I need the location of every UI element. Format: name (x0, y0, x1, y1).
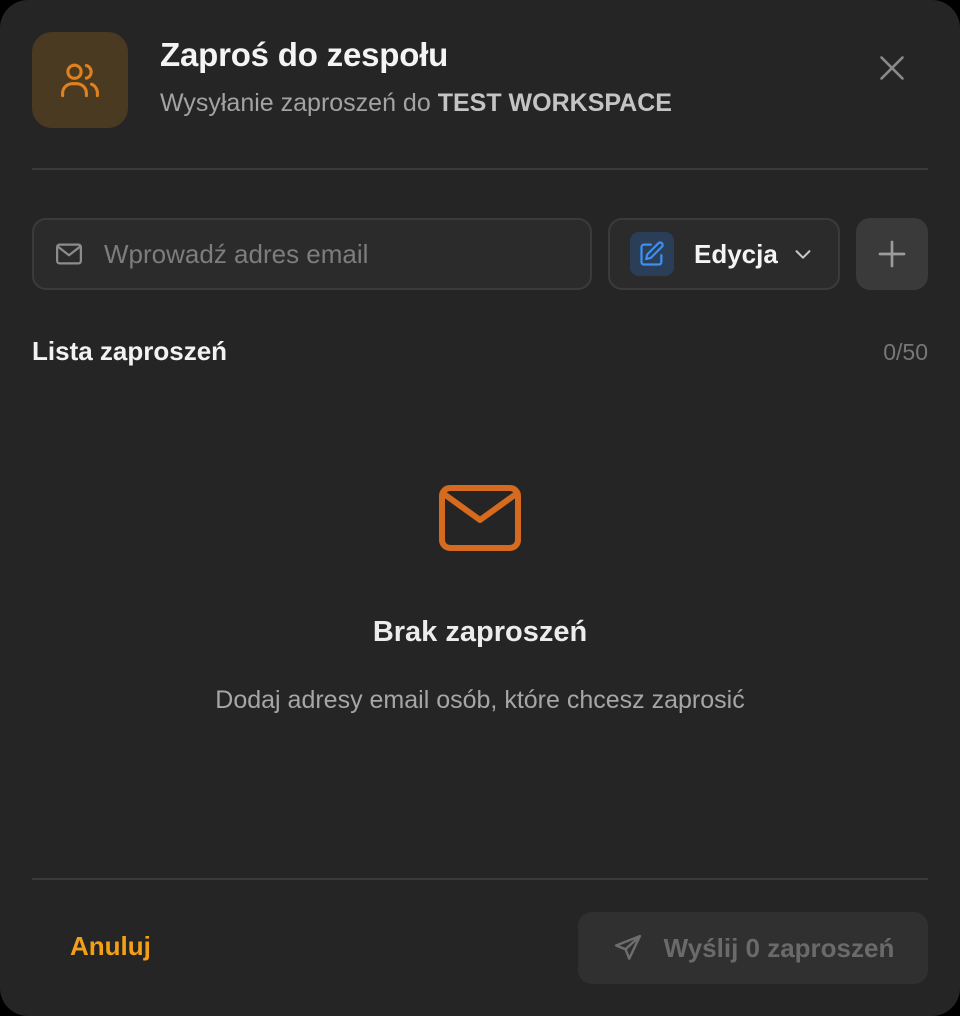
invite-count: 0/50 (883, 339, 928, 365)
email-field[interactable] (32, 218, 592, 290)
role-selected-label: Edycja (694, 238, 778, 269)
header-icon-box (32, 32, 128, 128)
add-email-button[interactable] (856, 218, 928, 290)
header-divider (32, 168, 928, 170)
footer-divider (32, 878, 928, 880)
close-button[interactable] (872, 48, 912, 88)
invite-list-title: Lista zaproszeń (32, 336, 228, 366)
empty-state-description: Dodaj adresy email osób, które chcesz za… (215, 686, 745, 714)
edit-icon (630, 232, 674, 276)
plus-icon (878, 240, 906, 268)
send-invites-button[interactable]: Wyślij 0 zaproszeń (578, 912, 928, 984)
workspace-name: TEST WORKSPACE (437, 89, 672, 117)
modal-subtitle: Wysyłanie zaproszeń do TEST WORKSPACE (160, 89, 672, 118)
role-select[interactable]: Edycja (608, 218, 840, 290)
send-icon (612, 932, 644, 964)
empty-state-title: Brak zaproszeń (372, 616, 588, 648)
close-icon (880, 56, 904, 80)
send-invites-label: Wyślij 0 zaproszeń (663, 932, 895, 963)
mail-icon (439, 485, 521, 551)
email-input[interactable] (102, 237, 590, 271)
cancel-button[interactable]: Anuluj (70, 931, 151, 962)
users-icon (61, 63, 99, 98)
modal-title: Zaproś do zespołu (160, 36, 449, 73)
mail-icon (54, 239, 84, 269)
chevron-down-icon (792, 243, 814, 265)
invite-modal: Zaproś do zespołu Wysyłanie zaproszeń do… (0, 0, 960, 1016)
subtitle-prefix: Wysyłanie zaproszeń do (160, 89, 431, 117)
